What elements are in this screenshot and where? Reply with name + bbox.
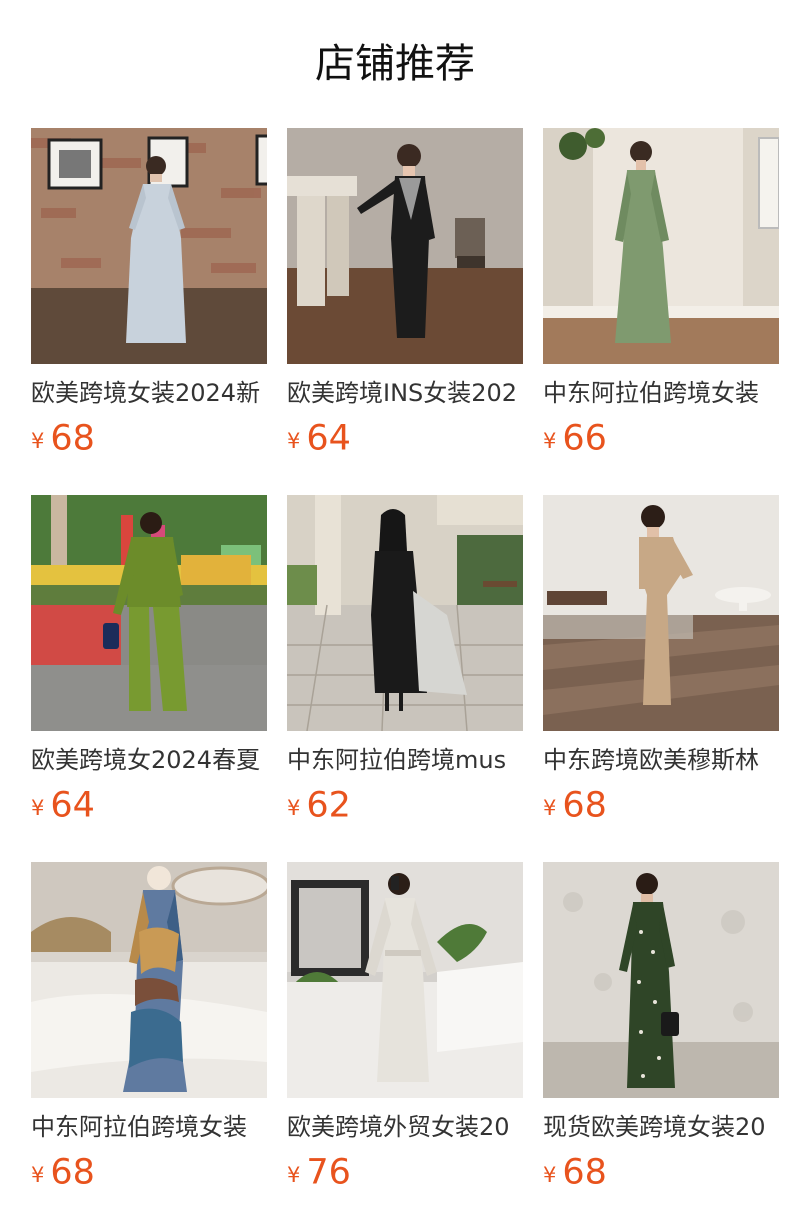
product-card[interactable]: 中东阿拉伯跨境女装 ¥66 xyxy=(543,128,779,495)
product-title[interactable]: 中东阿拉伯跨境mus xyxy=(287,745,523,775)
product-title[interactable]: 欧美跨境INS女装202 xyxy=(287,378,523,408)
price: ¥64 xyxy=(31,785,267,826)
price: ¥76 xyxy=(287,1152,523,1193)
price: ¥68 xyxy=(543,1152,779,1193)
price: ¥62 xyxy=(287,785,523,826)
currency-symbol: ¥ xyxy=(287,795,301,820)
product-photo-sage-satin-dress xyxy=(543,128,779,364)
product-title[interactable]: 欧美跨境女2024春夏 xyxy=(31,745,267,775)
product-card[interactable]: 中东跨境欧美穆斯林 ¥68 xyxy=(543,495,779,862)
price-value: 66 xyxy=(562,418,607,459)
price-value: 64 xyxy=(306,418,351,459)
product-image[interactable] xyxy=(287,495,523,731)
product-card[interactable]: 中东阿拉伯跨境女装 ¥68 xyxy=(31,862,267,1229)
product-photo-green-shirt-pants xyxy=(31,495,267,731)
product-photo-white-satin-dress xyxy=(287,862,523,1098)
product-photo-light-blue-gown xyxy=(31,128,267,364)
product-card[interactable]: 现货欧美跨境女装20 ¥68 xyxy=(543,862,779,1229)
product-photo-printed-dress xyxy=(31,862,267,1098)
product-title[interactable]: 中东跨境欧美穆斯林 xyxy=(543,745,779,775)
currency-symbol: ¥ xyxy=(287,428,301,453)
product-image[interactable] xyxy=(31,862,267,1098)
price: ¥66 xyxy=(543,418,779,459)
currency-symbol: ¥ xyxy=(287,1162,301,1187)
product-image[interactable] xyxy=(287,128,523,364)
product-image[interactable] xyxy=(287,862,523,1098)
price: ¥68 xyxy=(543,785,779,826)
product-image[interactable] xyxy=(543,862,779,1098)
currency-symbol: ¥ xyxy=(543,428,557,453)
product-grid: 欧美跨境女装2024新 ¥68 欧美跨境INS女装202 ¥ 64 中东阿拉伯跨… xyxy=(31,128,790,1229)
price: ¥68 xyxy=(31,1152,267,1193)
price-value: 64 xyxy=(50,785,95,826)
product-photo-black-dress xyxy=(287,128,523,364)
product-card[interactable]: 欧美跨境外贸女装20 ¥76 xyxy=(287,862,523,1229)
product-image[interactable] xyxy=(31,495,267,731)
currency-symbol: ¥ xyxy=(543,795,557,820)
price-value: 68 xyxy=(562,785,607,826)
section-title: 店铺推荐 xyxy=(315,41,475,87)
product-card[interactable]: 欧美跨境女装2024新 ¥68 xyxy=(31,128,267,495)
product-image[interactable] xyxy=(543,495,779,731)
product-card[interactable]: 欧美跨境INS女装202 ¥64 xyxy=(287,128,523,495)
currency-symbol: ¥ xyxy=(543,1162,557,1187)
product-title[interactable]: 中东阿拉伯跨境女装 xyxy=(31,1112,267,1142)
product-card[interactable]: 中东阿拉伯跨境mus ¥62 xyxy=(287,495,523,862)
product-title[interactable]: 欧美跨境外贸女装20 xyxy=(287,1112,523,1142)
product-image[interactable] xyxy=(31,128,267,364)
product-title[interactable]: 现货欧美跨境女装20 xyxy=(543,1112,779,1142)
product-photo-dark-green-dress xyxy=(543,862,779,1098)
price: ¥68 xyxy=(31,418,267,459)
price: ¥64 xyxy=(287,418,523,459)
product-image[interactable] xyxy=(543,128,779,364)
currency-symbol: ¥ xyxy=(31,795,45,820)
price-value: 68 xyxy=(50,1152,95,1193)
price-value: 62 xyxy=(306,785,351,826)
product-title[interactable]: 欧美跨境女装2024新 xyxy=(31,378,267,408)
currency-symbol: ¥ xyxy=(31,428,45,453)
price-value: 68 xyxy=(50,418,95,459)
product-card[interactable]: 欧美跨境女2024春夏 ¥64 xyxy=(31,495,267,862)
price-value: 68 xyxy=(562,1152,607,1193)
product-photo-black-hijab-outfit xyxy=(287,495,523,731)
product-title[interactable]: 中东阿拉伯跨境女装 xyxy=(543,378,779,408)
price-value: 76 xyxy=(306,1152,351,1193)
currency-symbol: ¥ xyxy=(31,1162,45,1187)
product-photo-beige-dress xyxy=(543,495,779,731)
